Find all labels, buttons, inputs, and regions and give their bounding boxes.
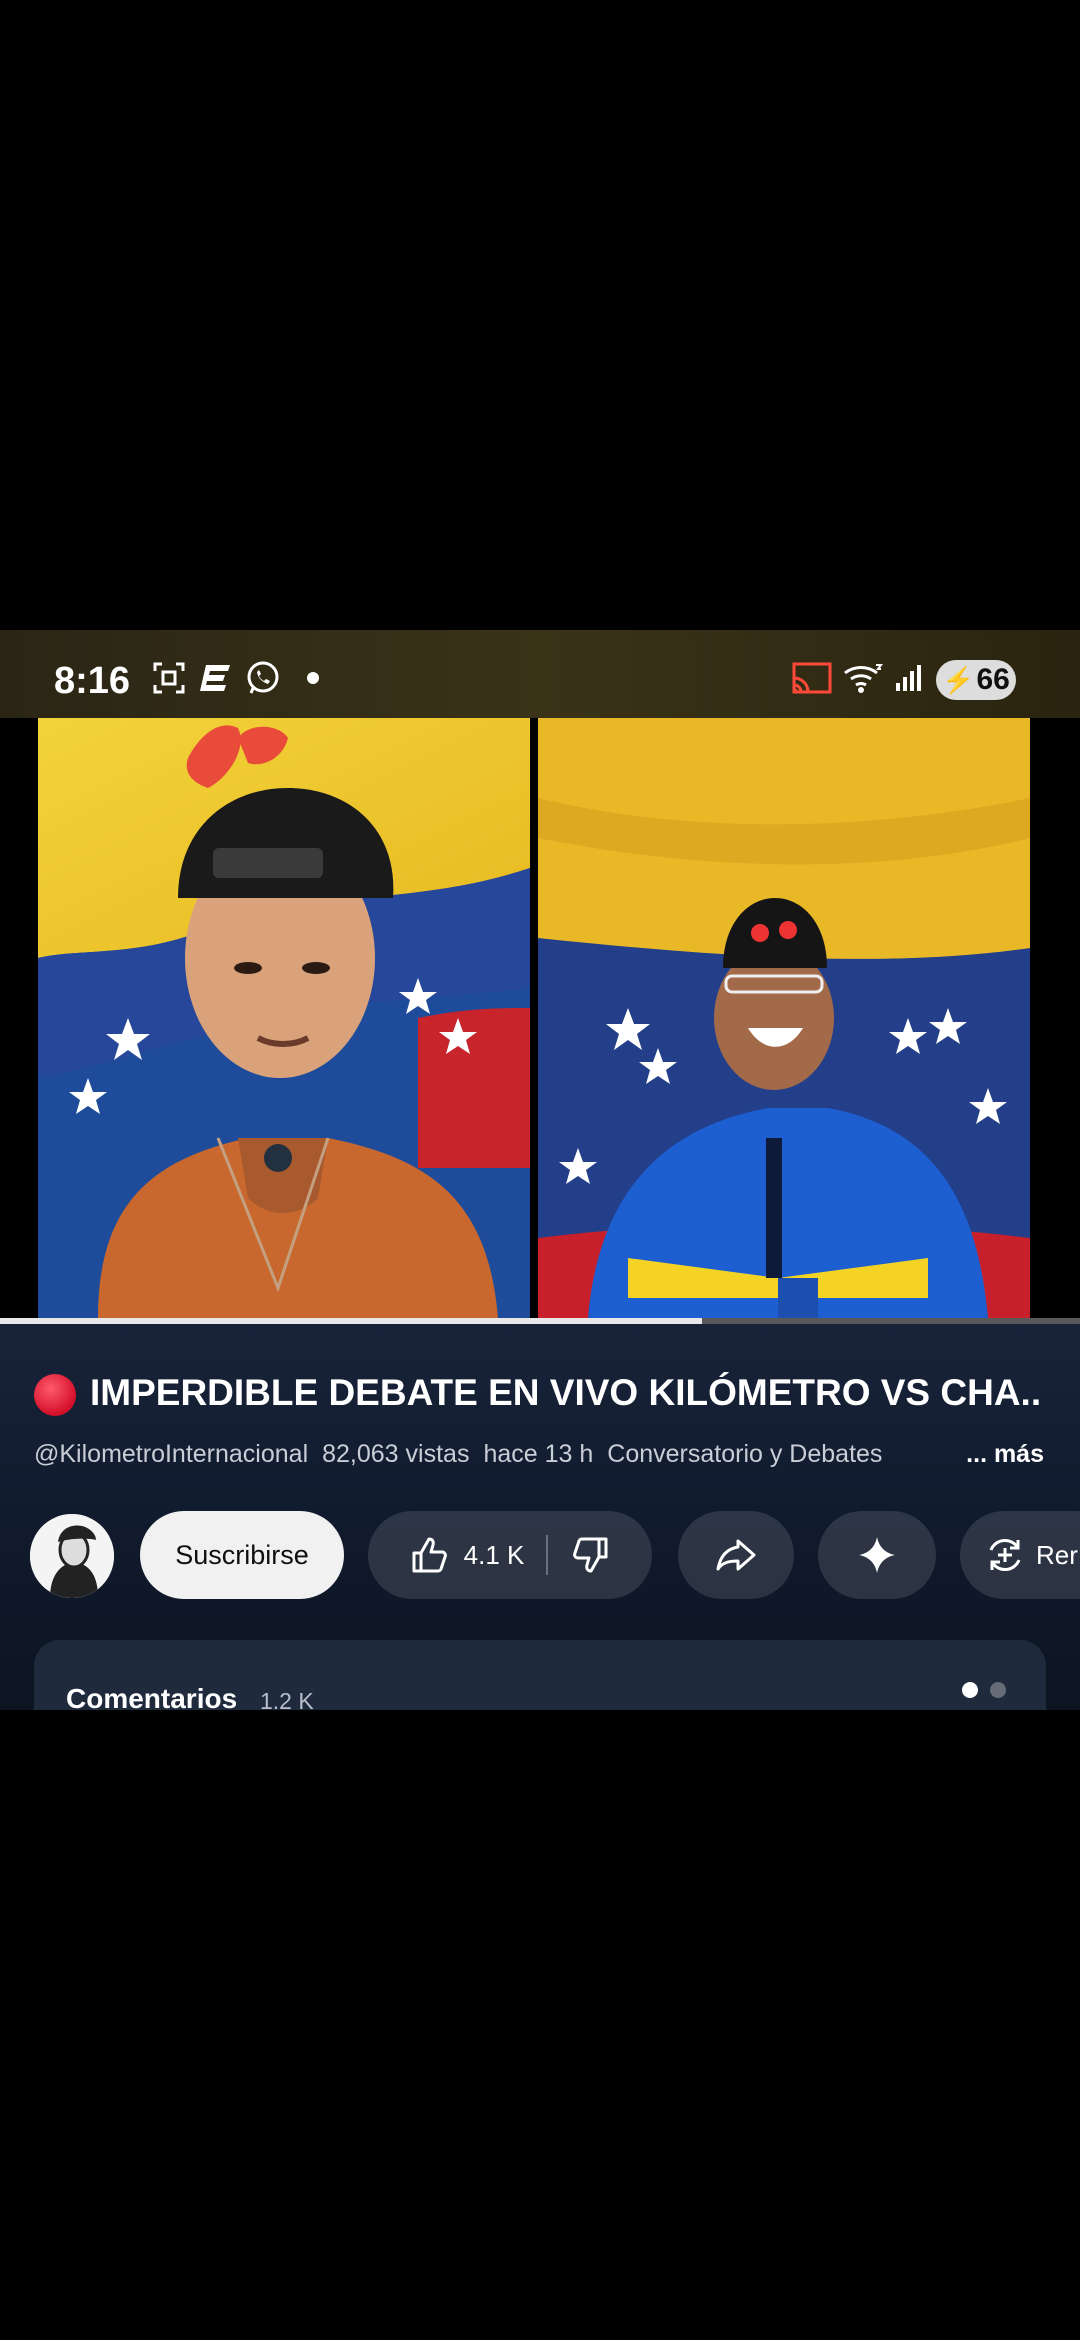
video-frame-right xyxy=(538,718,1030,1318)
subscribe-button[interactable]: Suscribirse xyxy=(140,1511,344,1599)
dot-icon xyxy=(300,660,326,696)
ai-sparkle-button[interactable] xyxy=(818,1511,936,1599)
battery-icon: ⚡ 66 xyxy=(936,660,1016,700)
more-button[interactable]: ... más xyxy=(966,1440,1044,1469)
remix-button[interactable]: Rer xyxy=(960,1511,1080,1599)
sparkle-icon xyxy=(859,1537,895,1573)
channel-avatar[interactable] xyxy=(30,1514,114,1598)
wifi-icon xyxy=(842,660,884,696)
battery-level: 66 xyxy=(976,663,1010,696)
share-icon xyxy=(716,1539,756,1571)
dislike-icon[interactable] xyxy=(570,1535,610,1575)
screenshot-icon xyxy=(150,660,188,696)
carousel-dot-active xyxy=(962,1682,978,1698)
like-count[interactable]: 4.1 K xyxy=(464,1540,525,1571)
category: Conversatorio y Debates xyxy=(607,1440,883,1468)
channel-handle[interactable]: @KilometroInternacional xyxy=(34,1440,308,1469)
like-divider xyxy=(546,1535,549,1575)
remix-icon xyxy=(989,1538,1021,1572)
letterbox-bottom xyxy=(0,1710,1080,2340)
video-meta[interactable]: @KilometroInternacional 82,063 vistas ha… xyxy=(34,1440,1044,1469)
whatsapp-icon xyxy=(244,660,282,696)
remix-label: Rer xyxy=(1036,1539,1078,1570)
app-e-icon xyxy=(198,660,236,696)
cast-icon xyxy=(790,660,834,696)
live-indicator-icon xyxy=(34,1374,76,1416)
like-icon[interactable] xyxy=(410,1535,450,1575)
video-title[interactable]: IMPERDIBLE DEBATE EN VIVO KILÓMETRO VS C… xyxy=(90,1372,1060,1414)
like-dislike-group: 4.1 K xyxy=(368,1511,652,1599)
upload-age: hace 13 h xyxy=(483,1440,594,1468)
view-count: 82,063 vistas xyxy=(322,1440,470,1468)
video-frame-left xyxy=(38,718,530,1318)
carousel-dot xyxy=(990,1682,1006,1698)
signal-icon xyxy=(892,660,926,696)
status-time: 8:16 xyxy=(54,660,131,702)
share-button[interactable] xyxy=(678,1511,794,1599)
